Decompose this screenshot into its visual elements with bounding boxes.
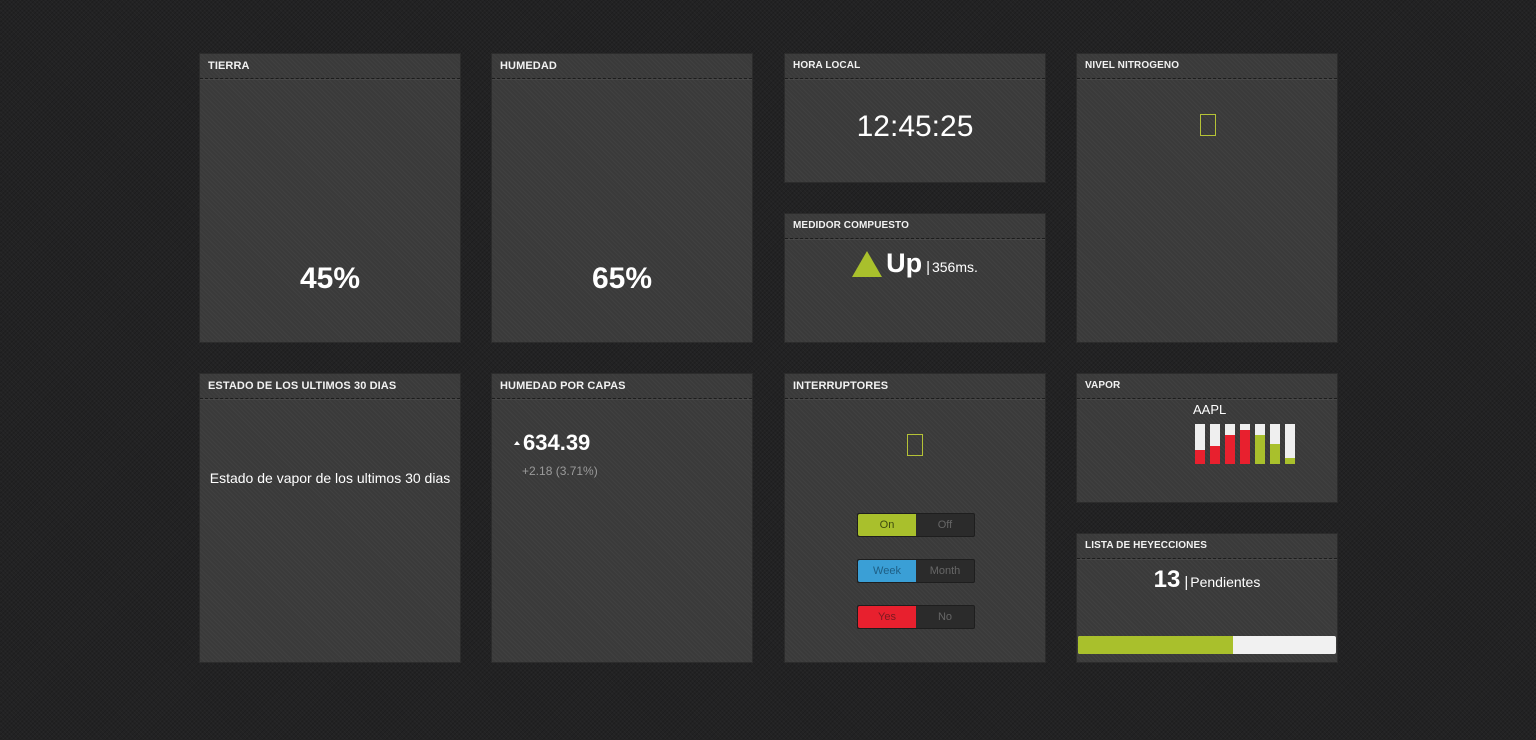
widget-title: HORA LOCAL — [785, 54, 1045, 79]
arrow-up-icon — [514, 441, 520, 445]
toggle-option-week[interactable]: Week — [858, 560, 916, 582]
interruptores-widget: INTERRUPTORES On Off Week Month Yes No — [784, 373, 1046, 663]
humedad-capas-widget: HUMEDAD POR CAPAS 634.39 +2.18 (3.71%) — [491, 373, 753, 663]
lista-widget: LISTA DE HEYECCIONES 13 | Pendientes — [1076, 533, 1338, 663]
mini-bar — [1195, 424, 1205, 464]
mini-bar — [1210, 424, 1220, 464]
mini-bar-fill — [1255, 435, 1265, 464]
toggle-yes-no[interactable]: Yes No — [857, 605, 975, 629]
humedad-value: 65% — [591, 262, 653, 295]
widget-title: HUMEDAD — [492, 54, 752, 79]
toggle-option-yes[interactable]: Yes — [858, 606, 916, 628]
meter-status: Up — [886, 248, 923, 278]
mini-bar-fill — [1210, 446, 1220, 464]
humedad-widget: HUMEDAD 65% — [491, 53, 753, 343]
widget-title: MEDIDOR COMPUESTO — [785, 214, 1045, 239]
progress-fill — [1078, 636, 1233, 654]
meter-readout: Up | 356ms. — [785, 248, 1045, 279]
placeholder-icon — [907, 434, 923, 456]
mini-bar — [1255, 424, 1265, 464]
mini-bar — [1240, 424, 1250, 464]
clock-time: 12:45:25 — [856, 110, 974, 143]
placeholder-icon — [1200, 114, 1216, 136]
toggle-option-no[interactable]: No — [916, 606, 974, 628]
widget-title: LISTA DE HEYECCIONES — [1077, 534, 1337, 559]
hora-local-widget: HORA LOCAL 12:45:25 — [784, 53, 1046, 183]
tierra-widget: TIERRA 45% — [199, 53, 461, 343]
toggle-week-month[interactable]: Week Month — [857, 559, 975, 583]
meter-latency: 356ms. — [931, 259, 978, 275]
mini-bar-fill — [1195, 450, 1205, 464]
estado-widget: ESTADO DE LOS ULTIMOS 30 DIAS Estado de … — [199, 373, 461, 663]
widget-title: NIVEL NITROGENO — [1077, 54, 1337, 79]
mini-bar — [1285, 424, 1295, 464]
widget-title: VAPOR — [1077, 374, 1337, 399]
nivel-nitrogeno-widget: NIVEL NITROGENO — [1076, 53, 1338, 343]
toggle-on-off[interactable]: On Off — [857, 513, 975, 537]
mini-bar-fill — [1285, 458, 1295, 464]
tierra-value: 45% — [299, 262, 361, 295]
pending-separator: | — [1184, 574, 1189, 591]
toggle-option-on[interactable]: On — [858, 514, 916, 536]
mini-bar — [1270, 424, 1280, 464]
widget-title: TIERRA — [200, 54, 460, 79]
pending-count: 13 — [1153, 566, 1181, 593]
toggle-option-off[interactable]: Off — [916, 514, 974, 536]
stock-change: +2.18 (3.71%) — [522, 464, 598, 478]
widget-title: ESTADO DE LOS ULTIMOS 30 DIAS — [200, 374, 460, 399]
widget-title: HUMEDAD POR CAPAS — [492, 374, 752, 399]
triangle-up-icon — [852, 251, 883, 277]
mini-bar-fill — [1225, 435, 1235, 464]
stock-value: 634.39 — [523, 430, 591, 455]
medidor-compuesto-widget: MEDIDOR COMPUESTO Up | 356ms. — [784, 213, 1046, 343]
meter-separator: | — [926, 259, 930, 276]
mini-bar-fill — [1240, 430, 1250, 464]
vapor-widget: VAPOR AAPL — [1076, 373, 1338, 503]
pending-count-line: 13 | Pendientes — [1077, 566, 1337, 594]
widget-title: INTERRUPTORES — [785, 374, 1045, 399]
stock-symbol: AAPL — [1193, 402, 1227, 417]
mini-bar — [1225, 424, 1235, 464]
toggle-option-month[interactable]: Month — [916, 560, 974, 582]
stock-value-line: 634.39 — [514, 430, 590, 456]
mini-bar-fill — [1270, 444, 1280, 464]
estado-text: Estado de vapor de los ultimos 30 dias — [209, 470, 451, 486]
pending-progress-bar — [1078, 636, 1336, 654]
pending-label: Pendientes — [1190, 574, 1261, 590]
